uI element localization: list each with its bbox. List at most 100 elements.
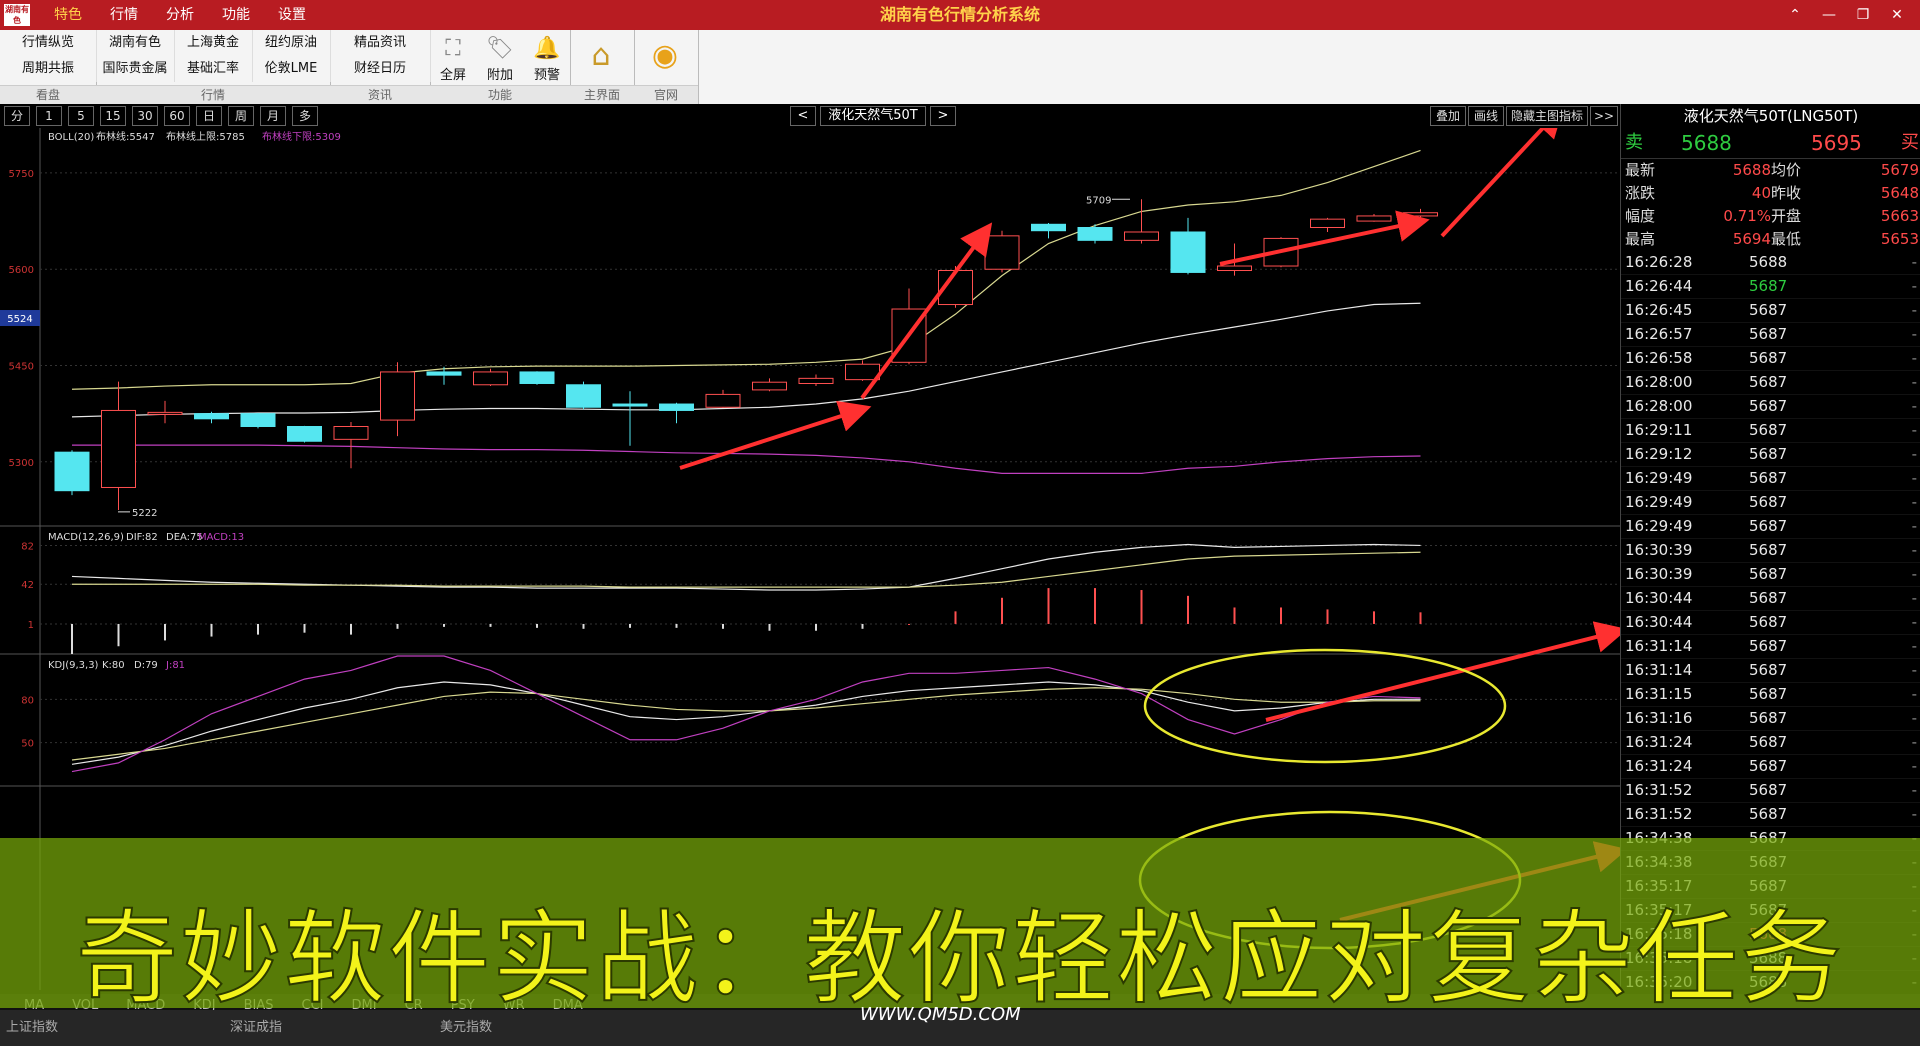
london-lme-button[interactable]: 伦敦LME bbox=[252, 56, 331, 82]
tick-row: 16:26:57 5687 - bbox=[1621, 323, 1920, 347]
period-30[interactable]: 30 bbox=[132, 106, 158, 126]
period-1[interactable]: 1 bbox=[36, 106, 62, 126]
stat-value: 5694 bbox=[1732, 230, 1771, 248]
candle-body bbox=[1077, 227, 1113, 241]
high-annotation: 5709 bbox=[1086, 195, 1111, 206]
buy-price: 5695 bbox=[1811, 131, 1862, 155]
tick-time: 16:31:14 bbox=[1625, 637, 1693, 655]
tick-time: 16:31:14 bbox=[1625, 661, 1693, 679]
draw-line-button[interactable]: 画线 bbox=[1468, 106, 1504, 126]
symbol-name[interactable]: 液化天然气50T bbox=[820, 106, 926, 126]
period-month[interactable]: 月 bbox=[260, 106, 286, 126]
group-news: 精品资讯 财经日历 资讯 bbox=[330, 30, 431, 104]
finance-calendar-button[interactable]: 财经日历 bbox=[330, 56, 431, 82]
legend-entry: 布林线上限:5785 bbox=[166, 130, 245, 143]
tick-dash: - bbox=[1911, 397, 1917, 415]
collapse-icon[interactable]: ⌃ bbox=[1778, 0, 1812, 30]
candle-body bbox=[1356, 215, 1392, 222]
tick-dash: - bbox=[1911, 733, 1917, 751]
tick-price: 5687 bbox=[1749, 613, 1788, 631]
tick-price: 5688 bbox=[1749, 253, 1788, 271]
tick-row: 16:31:52 5687 - bbox=[1621, 803, 1920, 827]
quote-stat-row: 最高 5694 最低 5653 bbox=[1621, 228, 1920, 251]
fullscreen-button[interactable]: ⛶ 全屏 bbox=[430, 34, 476, 83]
overlay-button[interactable]: 叠加 bbox=[1430, 106, 1466, 126]
candle-body bbox=[1124, 231, 1159, 241]
tick-row: 16:29:49 5687 - bbox=[1621, 467, 1920, 491]
stat-label: 最高 bbox=[1625, 230, 1656, 248]
alert-button[interactable]: 🔔 预警 bbox=[524, 34, 570, 83]
title-bar: 湖南有色 特色 行情 分析 功能 设置 湖南有色行情分析系统 ⌃ — ❐ ✕ bbox=[0, 0, 1920, 30]
tick-price: 5687 bbox=[1749, 277, 1788, 295]
menu-special[interactable]: 特色 bbox=[40, 0, 96, 30]
period-week[interactable]: 周 bbox=[228, 106, 254, 126]
stat-value: 5679 bbox=[1880, 161, 1919, 179]
tick-time: 16:31:52 bbox=[1625, 805, 1693, 823]
menu-quotes[interactable]: 行情 bbox=[96, 0, 152, 30]
shanghai-gold-button[interactable]: 上海黄金 bbox=[174, 30, 253, 56]
menu-settings[interactable]: 设置 bbox=[264, 0, 320, 30]
candle-body bbox=[845, 363, 880, 381]
tick-dash: - bbox=[1911, 325, 1917, 343]
candle-body bbox=[194, 413, 229, 420]
base-fx-button[interactable]: 基础汇率 bbox=[174, 56, 253, 82]
tick-row: 16:30:39 5687 - bbox=[1621, 563, 1920, 587]
period-5[interactable]: 5 bbox=[68, 106, 94, 126]
nymex-crude-button[interactable]: 纽约原油 bbox=[252, 30, 331, 56]
quote-stat-row: 涨跌 40 昨收 5648 bbox=[1621, 182, 1920, 205]
hide-indicator-button[interactable]: 隐藏主图指标 bbox=[1506, 106, 1588, 126]
restore-icon[interactable]: ❐ bbox=[1846, 0, 1880, 30]
candle-body bbox=[240, 413, 276, 427]
period-60[interactable]: 60 bbox=[164, 106, 190, 126]
premium-news-button[interactable]: 精品资讯 bbox=[330, 30, 431, 56]
tick-dash: - bbox=[1911, 613, 1917, 631]
menu-functions[interactable]: 功能 bbox=[208, 0, 264, 30]
y-tick-label: 50 bbox=[21, 739, 34, 750]
tick-dash: - bbox=[1911, 685, 1917, 703]
kdj-d-line bbox=[71, 687, 1421, 761]
sell-price: 5688 bbox=[1681, 131, 1732, 155]
y-tick-label: 1 bbox=[28, 620, 34, 631]
period-multi[interactable]: 多 bbox=[292, 106, 318, 126]
period-minute[interactable]: 分 bbox=[4, 106, 30, 126]
close-icon[interactable]: ✕ bbox=[1880, 0, 1914, 30]
stat-value: 5688 bbox=[1732, 161, 1771, 179]
next-symbol-button[interactable]: > bbox=[930, 106, 956, 126]
stat-label: 均价 bbox=[1771, 161, 1802, 179]
stat-value: 5663 bbox=[1880, 207, 1919, 225]
bell-icon: 🔔 bbox=[533, 36, 561, 61]
bid-ask-row: 卖 5688 5695 买 bbox=[1621, 128, 1920, 159]
home-button[interactable]: ⌂ bbox=[578, 36, 624, 76]
prev-symbol-button[interactable]: < bbox=[790, 106, 816, 126]
indicator-name: MACD(12,26,9) bbox=[48, 532, 124, 543]
low-annotation: 5222 bbox=[132, 508, 157, 519]
stat-label: 开盘 bbox=[1771, 207, 1802, 225]
quote-title: 液化天然气50T(LNG50T) bbox=[1683, 107, 1859, 125]
y-tick-label: 5450 bbox=[9, 362, 34, 373]
tick-price: 5687 bbox=[1749, 805, 1788, 823]
intl-precious-metals-button[interactable]: 国际贵金属 bbox=[96, 56, 175, 82]
legend-entry: MACD:13 bbox=[198, 532, 244, 543]
tick-time: 16:26:44 bbox=[1625, 277, 1693, 295]
tick-time: 16:30:39 bbox=[1625, 541, 1693, 559]
market-overview-button[interactable]: 行情纵览 bbox=[0, 30, 97, 56]
period-15[interactable]: 15 bbox=[100, 106, 126, 126]
period-day[interactable]: 日 bbox=[196, 106, 222, 126]
hunan-nonferrous-button[interactable]: 湖南有色 bbox=[96, 30, 175, 56]
tick-row: 16:31:14 5687 - bbox=[1621, 659, 1920, 683]
macd-dea-line bbox=[72, 551, 1421, 588]
tick-price: 5687 bbox=[1749, 685, 1788, 703]
tick-time: 16:30:44 bbox=[1625, 589, 1693, 607]
attach-button[interactable]: 🏷 附加 bbox=[477, 34, 523, 83]
menu-analysis[interactable]: 分析 bbox=[152, 0, 208, 30]
tick-price: 5687 bbox=[1749, 709, 1788, 727]
stat-value: 0.71% bbox=[1723, 207, 1771, 225]
minimize-icon[interactable]: — bbox=[1812, 0, 1846, 30]
cycle-resonance-button[interactable]: 周期共振 bbox=[0, 56, 97, 82]
candle-body bbox=[333, 426, 369, 440]
tick-dash: - bbox=[1911, 349, 1917, 367]
website-button[interactable]: ◉ bbox=[642, 36, 688, 76]
group-quotes: 湖南有色 上海黄金 纽约原油 国际贵金属 基础汇率 伦敦LME 行情 bbox=[96, 30, 331, 104]
more-tools-button[interactable]: >> bbox=[1590, 106, 1618, 126]
candle-body bbox=[519, 371, 555, 384]
